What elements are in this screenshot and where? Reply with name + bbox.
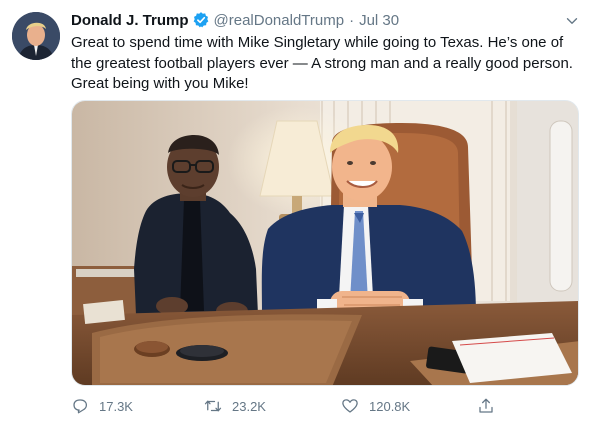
heart-icon <box>342 399 358 413</box>
reply-count: 17.3K <box>99 398 133 414</box>
tweet-text: Great to spend time with Mike Singletary… <box>71 34 573 92</box>
verified-badge-icon <box>192 11 210 29</box>
tweet-date[interactable]: Jul 30 <box>359 12 399 29</box>
chevron-down-icon[interactable] <box>563 12 581 30</box>
separator-dot: · <box>349 11 355 29</box>
retweet-icon <box>204 400 222 412</box>
tweet-actions: 17.3K 23.2K 120.8K <box>71 394 511 418</box>
avatar[interactable] <box>12 12 60 60</box>
share-button[interactable] <box>477 394 505 418</box>
author-handle[interactable]: @realDonaldTrump <box>214 12 345 29</box>
tweet-header: Donald J. Trump @realDonaldTrump · Jul 3… <box>71 10 399 30</box>
retweet-button[interactable]: 23.2K <box>204 394 266 418</box>
author-name[interactable]: Donald J. Trump <box>71 12 189 29</box>
tweet[interactable]: Donald J. Trump @realDonaldTrump · Jul 3… <box>0 0 595 424</box>
share-icon <box>479 398 493 413</box>
like-count: 120.8K <box>369 398 411 414</box>
like-button[interactable]: 120.8K <box>341 394 410 418</box>
reply-icon <box>73 399 88 414</box>
retweet-count: 23.2K <box>232 398 266 414</box>
reply-button[interactable]: 17.3K <box>71 394 133 418</box>
tweet-photo[interactable] <box>71 100 579 386</box>
